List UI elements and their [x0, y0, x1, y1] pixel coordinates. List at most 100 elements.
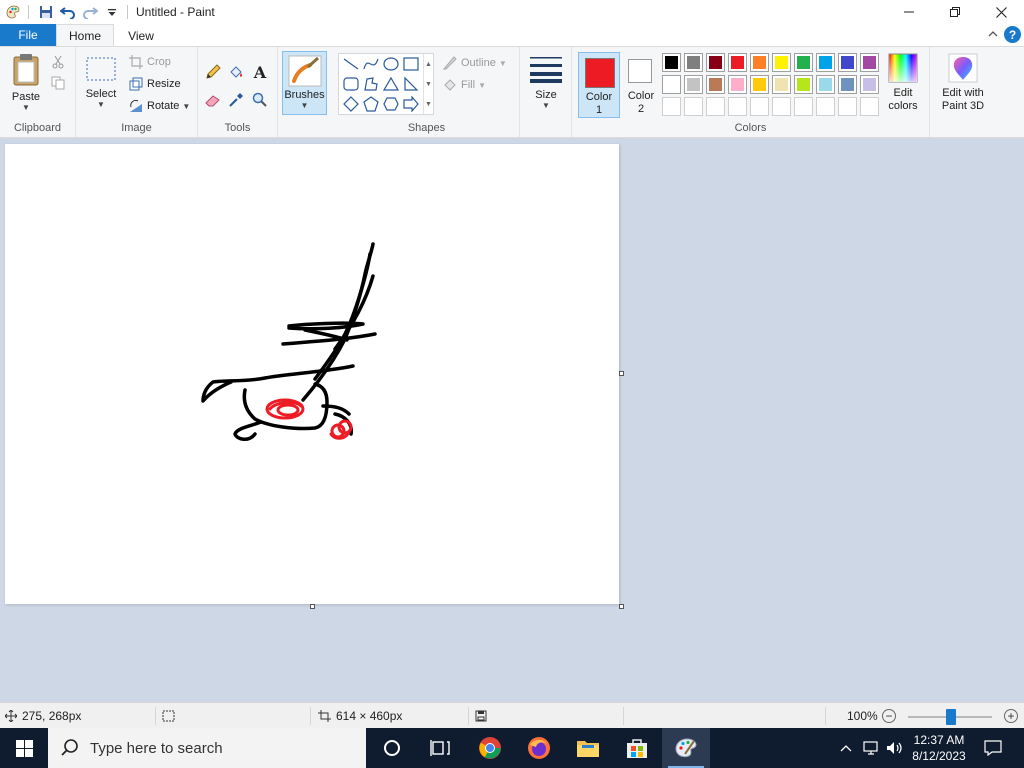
- cut-button[interactable]: [50, 53, 69, 71]
- fill-button[interactable]: Fill ▼: [442, 76, 486, 94]
- palette-color-swatch[interactable]: [794, 53, 813, 72]
- palette-color-swatch[interactable]: [662, 75, 681, 94]
- hexagon-shape-icon[interactable]: [381, 94, 401, 114]
- right-triangle-shape-icon[interactable]: [401, 74, 421, 94]
- custom-color-slot[interactable]: [750, 97, 769, 116]
- zoom-in-button[interactable]: +: [1004, 709, 1018, 723]
- close-button[interactable]: [978, 0, 1024, 24]
- palette-color-swatch[interactable]: [816, 75, 835, 94]
- curve-shape-icon[interactable]: [361, 54, 381, 74]
- tab-home[interactable]: Home: [56, 24, 114, 47]
- custom-color-slot[interactable]: [728, 97, 747, 116]
- oval-shape-icon[interactable]: [381, 54, 401, 74]
- minimize-button[interactable]: [886, 0, 932, 24]
- palette-color-swatch[interactable]: [728, 53, 747, 72]
- edit-colors-button[interactable]: Edit colors: [882, 53, 924, 113]
- file-explorer-taskbar-button[interactable]: [564, 728, 612, 768]
- line-shape-icon[interactable]: [341, 54, 361, 74]
- eraser-tool[interactable]: [205, 91, 224, 109]
- store-taskbar-button[interactable]: [613, 728, 661, 768]
- palette-color-swatch[interactable]: [794, 75, 813, 94]
- palette-color-swatch[interactable]: [816, 53, 835, 72]
- palette-color-swatch[interactable]: [860, 53, 879, 72]
- palette-color-swatch[interactable]: [750, 75, 769, 94]
- minimize-ribbon-icon[interactable]: [986, 27, 1000, 41]
- paste-button[interactable]: Paste ▼: [6, 53, 46, 112]
- edit-with-paint3d-button[interactable]: Edit with Paint 3D: [934, 53, 992, 113]
- custom-color-slot[interactable]: [684, 97, 703, 116]
- palette-color-swatch[interactable]: [772, 53, 791, 72]
- palette-color-swatch[interactable]: [706, 75, 725, 94]
- palette-color-swatch[interactable]: [750, 53, 769, 72]
- size-button[interactable]: Size ▼: [526, 55, 566, 110]
- drawing-canvas[interactable]: [5, 144, 619, 604]
- resize-button[interactable]: Resize: [128, 75, 181, 93]
- diamond-shape-icon[interactable]: [341, 94, 361, 114]
- customize-qat-icon[interactable]: [101, 1, 123, 23]
- palette-color-swatch[interactable]: [838, 53, 857, 72]
- taskbar-search-box[interactable]: Type here to search: [48, 728, 366, 768]
- custom-color-slot[interactable]: [706, 97, 725, 116]
- save-icon[interactable]: [35, 1, 57, 23]
- palette-color-swatch[interactable]: [684, 75, 703, 94]
- text-tool[interactable]: A: [252, 63, 271, 82]
- crop-button[interactable]: Crop: [128, 53, 171, 71]
- zoom-out-button[interactable]: −: [882, 709, 896, 723]
- help-icon[interactable]: ?: [1004, 26, 1021, 43]
- tab-file[interactable]: File: [0, 24, 56, 46]
- color1-button[interactable]: Color 1: [578, 52, 620, 118]
- outline-button[interactable]: Outline ▼: [442, 54, 507, 72]
- restore-button[interactable]: [932, 0, 978, 24]
- custom-color-slot[interactable]: [772, 97, 791, 116]
- palette-color-swatch[interactable]: [838, 75, 857, 94]
- volume-button[interactable]: [884, 728, 906, 768]
- palette-color-swatch[interactable]: [684, 53, 703, 72]
- network-button[interactable]: [860, 728, 882, 768]
- copy-button[interactable]: [50, 74, 69, 92]
- show-hidden-icons-button[interactable]: [836, 728, 856, 768]
- triangle-shape-icon[interactable]: [381, 74, 401, 94]
- redo-icon[interactable]: [79, 1, 101, 23]
- scroll-down-icon[interactable]: ▼: [425, 81, 432, 88]
- select-button[interactable]: Select ▼: [82, 55, 120, 109]
- action-center-button[interactable]: [978, 728, 1008, 768]
- color2-button[interactable]: Color 2: [622, 52, 660, 118]
- tab-view[interactable]: View: [118, 24, 164, 47]
- magnifier-tool[interactable]: [252, 91, 271, 109]
- expand-gallery-icon[interactable]: ▼: [425, 101, 432, 108]
- paint-taskbar-button[interactable]: [662, 728, 710, 768]
- palette-color-swatch[interactable]: [772, 75, 791, 94]
- task-view-button[interactable]: [416, 728, 464, 768]
- firefox-taskbar-button[interactable]: [515, 728, 563, 768]
- palette-color-swatch[interactable]: [728, 75, 747, 94]
- resize-handle-bottom[interactable]: [310, 604, 315, 609]
- palette-color-swatch[interactable]: [706, 53, 725, 72]
- brushes-button[interactable]: Brushes ▼: [282, 51, 327, 115]
- palette-color-swatch[interactable]: [662, 53, 681, 72]
- resize-handle-corner[interactable]: [619, 604, 624, 609]
- polygon-shape-icon[interactable]: [361, 74, 381, 94]
- pentagon-shape-icon[interactable]: [361, 94, 381, 114]
- rounded-rectangle-shape-icon[interactable]: [341, 74, 361, 94]
- zoom-slider-thumb[interactable]: [946, 709, 956, 725]
- color-picker-tool[interactable]: [228, 91, 247, 109]
- paint-app-icon[interactable]: [2, 1, 24, 23]
- custom-color-slot[interactable]: [860, 97, 879, 116]
- start-button[interactable]: [0, 728, 48, 768]
- taskbar-clock[interactable]: 12:37 AM 8/12/2023: [906, 728, 972, 768]
- undo-icon[interactable]: [57, 1, 79, 23]
- chrome-taskbar-button[interactable]: [466, 728, 514, 768]
- palette-color-swatch[interactable]: [860, 75, 879, 94]
- custom-color-slot[interactable]: [816, 97, 835, 116]
- rectangle-shape-icon[interactable]: [401, 54, 421, 74]
- custom-color-slot[interactable]: [794, 97, 813, 116]
- custom-color-slot[interactable]: [662, 97, 681, 116]
- pencil-tool[interactable]: [205, 63, 224, 81]
- shapes-scroll[interactable]: ▲ ▼ ▼: [423, 54, 433, 114]
- scroll-up-icon[interactable]: ▲: [425, 61, 432, 68]
- resize-handle-right[interactable]: [619, 371, 624, 376]
- right-arrow-shape-icon[interactable]: [401, 94, 421, 114]
- rotate-button[interactable]: Rotate ▼: [128, 97, 190, 115]
- cortana-button[interactable]: [368, 728, 416, 768]
- custom-color-slot[interactable]: [838, 97, 857, 116]
